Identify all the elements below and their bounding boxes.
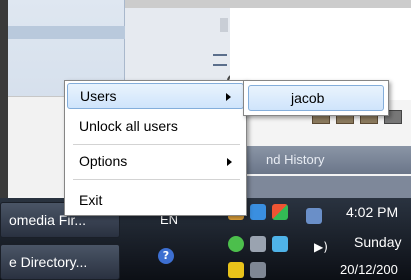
menu-item-options[interactable]: Options [67, 149, 244, 175]
volume-icon[interactable]: ▶) [314, 240, 328, 254]
bluetooth-icon[interactable] [272, 236, 288, 252]
menu-item-label: Options [79, 153, 128, 169]
tray-arrow-icon[interactable] [228, 262, 244, 278]
list-view-icon[interactable] [213, 54, 227, 66]
menu-separator [73, 179, 240, 180]
users-submenu: jacob [243, 80, 389, 116]
scrollbar-grip[interactable] [220, 18, 228, 32]
help-icon[interactable]: ? [158, 248, 174, 264]
history-panel-body [244, 176, 411, 198]
menu-item-label: Users [80, 88, 117, 104]
pane-header-stripe [8, 26, 125, 39]
menu-item-unlock-all-users[interactable]: Unlock all users [67, 114, 244, 140]
history-panel-header[interactable]: nd History [244, 146, 411, 174]
submenu-arrow-icon [227, 158, 232, 166]
window-left-edge [0, 0, 8, 218]
network-icon[interactable] [306, 208, 322, 224]
menu-item-users[interactable]: Users [67, 83, 244, 109]
clock-date: 20/12/200 [340, 262, 398, 277]
tray-tool-icon[interactable] [250, 236, 266, 252]
clock-time[interactable]: 4:02 PM [346, 204, 398, 220]
menu-item-label: Exit [79, 192, 103, 208]
clock-day: Sunday [354, 234, 402, 250]
tray-status-icon[interactable] [228, 236, 244, 252]
taskbar-button-directory[interactable]: e Directory... [0, 244, 120, 280]
windows-flag-icon[interactable] [272, 204, 288, 220]
tray-context-menu: Users Unlock all users Options Exit [64, 80, 247, 216]
tray-shield-icon[interactable] [250, 204, 266, 220]
tray-device-icon[interactable] [250, 262, 266, 278]
menu-separator [73, 144, 240, 145]
menu-item-label: Unlock all users [79, 118, 178, 134]
submenu-item-user[interactable]: jacob [248, 85, 384, 111]
menu-item-exit[interactable]: Exit [67, 188, 244, 214]
submenu-arrow-icon [226, 93, 231, 101]
